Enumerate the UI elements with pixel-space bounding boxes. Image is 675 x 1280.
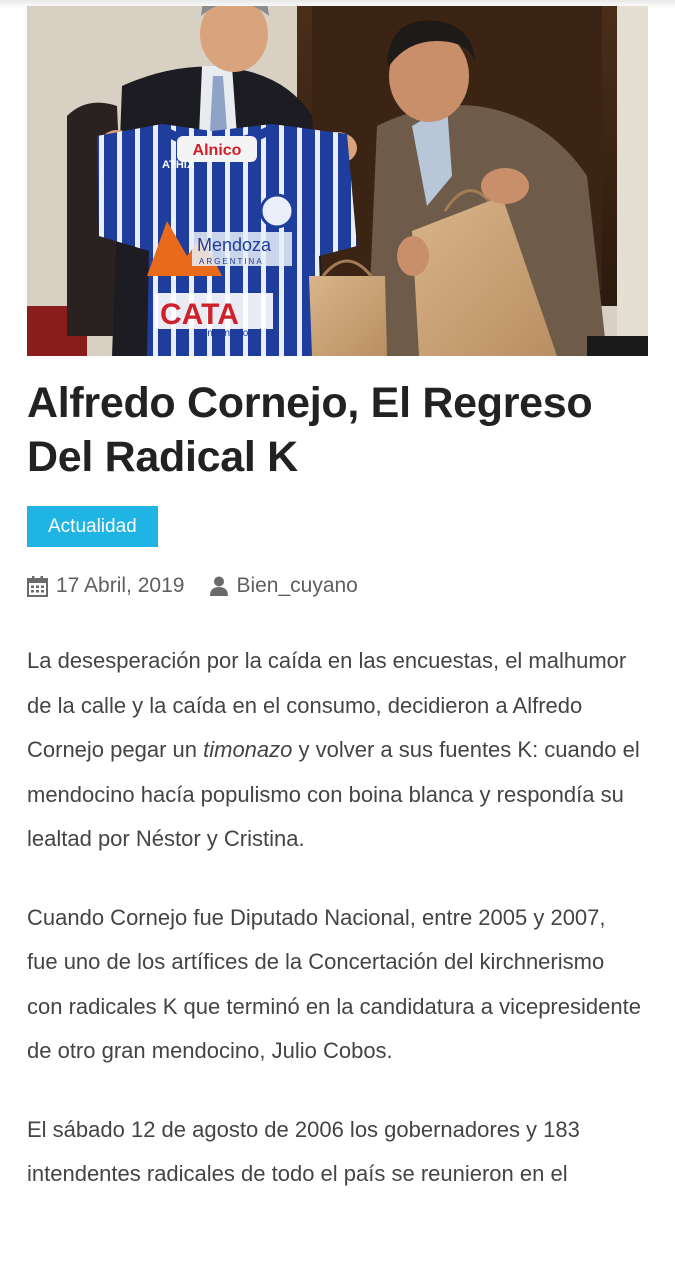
calendar-icon xyxy=(27,575,48,597)
jersey-mendoza: Mendoza xyxy=(197,235,272,255)
paragraph-1-emphasis: timonazo xyxy=(203,737,293,762)
paragraph-2: Cuando Cornejo fue Diputado Nacional, en… xyxy=(27,904,641,1064)
article: Alnico ATHIX Mendoza ARGENTINA CATA inte… xyxy=(27,6,648,1231)
article-date: 17 Abril, 2019 xyxy=(56,574,185,597)
article-body: La desesperación por la caída en las enc… xyxy=(27,639,642,1197)
featured-image[interactable]: Alnico ATHIX Mendoza ARGENTINA CATA inte… xyxy=(27,6,648,356)
jersey-internacional: internacional xyxy=(205,328,262,339)
article-meta: 17 Abril, 2019 Bien_cuyano xyxy=(27,571,648,601)
user-icon xyxy=(210,576,229,596)
jersey-sponsor-top: Alnico xyxy=(193,142,242,159)
category-badge[interactable]: Actualidad xyxy=(27,506,158,547)
jersey-cata: CATA xyxy=(160,298,239,331)
article-author[interactable]: Bien_cuyano xyxy=(236,574,357,598)
article-title: Alfredo Cornejo, El Regreso Del Radical … xyxy=(27,379,593,481)
jersey-brand: ATHIX xyxy=(162,159,195,171)
paragraph-1: La desesperación por la caída en las enc… xyxy=(27,639,642,862)
featured-image-illustration: Alnico ATHIX Mendoza ARGENTINA CATA inte… xyxy=(27,6,648,356)
paragraph-3: El sábado 12 de agosto de 2006 los gober… xyxy=(27,1116,580,1187)
jersey-argentina: ARGENTINA xyxy=(199,257,264,266)
